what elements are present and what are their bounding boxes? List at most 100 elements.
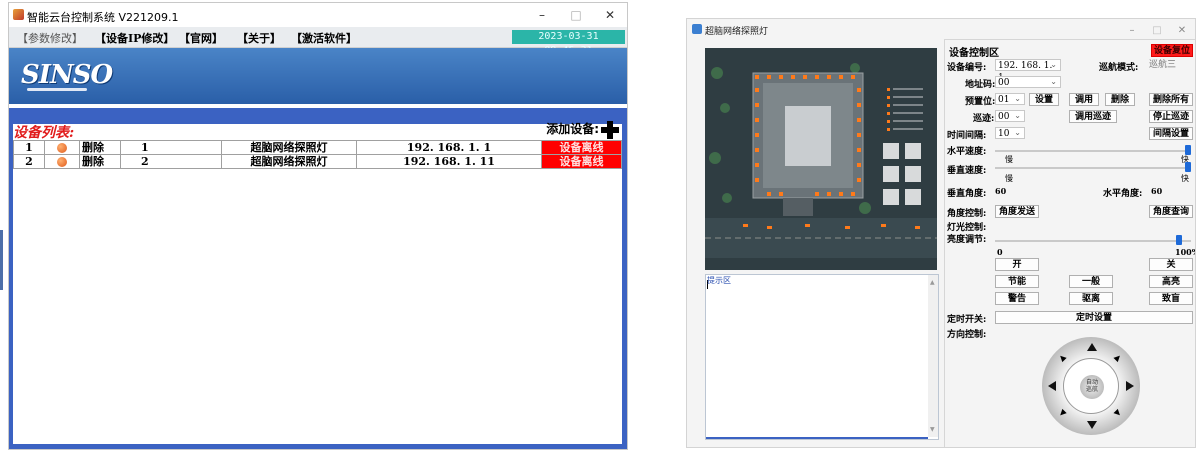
left-arrow-icon[interactable] [1048,381,1056,391]
close-button[interactable]: ✕ [595,5,625,25]
h-speed-label: 水平速度: [947,147,987,157]
preset-set-button[interactable]: 设置 [1029,93,1059,106]
h-angle-value[interactable]: 60 [1151,186,1162,196]
plus-icon[interactable] [601,120,619,139]
site-map-drawing [705,48,937,270]
v-speed-fast: 快 [1181,174,1189,183]
device-ip: 192. 168. 1. 11 [356,154,542,169]
preset-label: 预置位: [965,97,996,107]
interval-select[interactable]: 10 ⌄ [995,127,1025,139]
cruise-label: 巡迹: [973,114,995,124]
close-button[interactable]: ✕ [1167,21,1195,41]
interval-set-button[interactable]: 间隔设置 [1149,127,1193,140]
preset-delete-all-button[interactable]: 删除所有 [1149,93,1193,106]
title-bar: 超脑网络探照灯 – □ ✕ [687,19,1195,41]
brightness-thumb[interactable] [1175,235,1182,245]
minimize-button[interactable]: – [527,5,557,25]
light-off-button[interactable]: 关 [1149,258,1193,271]
logo: SINSO [21,60,113,91]
stop-cruise-button[interactable]: 停止巡迹 [1149,110,1193,123]
app-icon [692,24,702,34]
direction-label: 方向控制: [947,330,987,340]
device-table: 1 删除 1 超脑网络探照灯 192. 168. 1. 1 设备离线 2 删除 … [13,140,622,169]
mode-warning-button[interactable]: 警告 [995,292,1039,305]
device-name: 超脑网络探照灯 [221,140,357,155]
address-value: 00 [998,78,1010,88]
angle-query-button[interactable]: 角度查询 [1149,205,1193,218]
angle-send-button[interactable]: 角度发送 [995,205,1039,218]
status-led-icon [57,143,67,153]
down-right-arrow-icon[interactable]: ▲ [1113,408,1124,419]
reset-button[interactable]: 设备复位 [1151,44,1193,57]
timer-set-button[interactable]: 定时设置 [995,311,1193,324]
table-row[interactable]: 1 删除 1 超脑网络探照灯 192. 168. 1. 1 设备离线 [13,140,622,155]
call-cruise-button[interactable]: 调用巡迹 [1069,110,1117,123]
down-arrow-icon[interactable] [1087,421,1097,429]
device-id: 2 [120,154,222,169]
down-left-arrow-icon[interactable]: ▲ [1057,408,1068,419]
delete-button[interactable]: 删除 [79,154,121,169]
chevron-down-icon: ⌄ [1014,128,1021,137]
preset-delete-button[interactable]: 删除 [1105,93,1135,106]
logo-text: SINSO [21,60,113,90]
address-select[interactable]: 00 ⌄ [995,76,1061,88]
mode-expel-button[interactable]: 驱离 [1069,292,1113,305]
menu-param-edit[interactable]: 【参数修改】 [17,30,83,46]
preset-select[interactable]: 01 ⌄ [995,93,1025,105]
scrollbar[interactable]: ▲ ▼ [928,275,938,437]
address-label: 地址码: [965,80,996,90]
up-right-arrow-icon[interactable]: ▲ [1113,352,1124,363]
h-speed-slider[interactable] [995,150,1191,152]
angle-control-label: 角度控制: [947,209,987,219]
h-speed-slow: 慢 [1005,155,1013,164]
right-arrow-icon[interactable] [1126,381,1134,391]
control-window: 超脑网络探照灯 – □ ✕ ▲ ▼ 提示区 设备控制区 设备复位 设备编号: 1… [686,18,1196,448]
mode-normal-button[interactable]: 一般 [1069,275,1113,288]
banner: SINSO [9,48,627,104]
v-speed-slider[interactable] [995,167,1191,169]
add-device[interactable]: 添加设备: [546,120,619,139]
device-no-select[interactable]: 192. 168. 1. 1⌄ [995,59,1061,83]
menu-device-ip-edit[interactable]: 【设备IP修改】 [95,30,174,46]
delete-button[interactable]: 删除 [79,140,121,155]
direction-joystick[interactable]: ▲ ▲ ▲ ▲ 自动巡航 [1042,337,1140,435]
status-led-icon [57,157,67,167]
window-title: 超脑网络探照灯 [705,27,769,37]
auto-cruise-label: 自动巡航 [1085,379,1098,393]
v-angle-value[interactable]: 60 [995,186,1006,196]
maximize-button[interactable]: □ [561,5,591,25]
mode-blind-button[interactable]: 致盲 [1149,292,1193,305]
up-left-arrow-icon[interactable]: ▲ [1057,352,1068,363]
window-title: 智能云台控制系统 V221209.1 [27,11,179,24]
scroll-up-icon[interactable]: ▲ [930,279,935,286]
cruise-mode-label: 巡航模式: [1099,63,1139,73]
mode-high-button[interactable]: 高亮 [1149,275,1193,288]
interval-label: 时间间隔: [947,131,987,141]
device-list-title: 设备列表: [13,125,75,141]
auto-cruise-button[interactable]: 自动巡航 [1080,375,1104,399]
up-arrow-icon[interactable] [1087,343,1097,351]
table-row[interactable]: 2 删除 2 超脑网络探照灯 192. 168. 1. 11 设备离线 [13,154,622,169]
cruise-select[interactable]: 00 ⌄ [995,110,1025,122]
status-badge[interactable]: 设备离线 [541,154,622,169]
status-badge[interactable]: 设备离线 [541,140,622,155]
menu-activate[interactable]: 【激活软件】 [291,30,357,46]
mode-energy-button[interactable]: 节能 [995,275,1039,288]
v-speed-thumb[interactable] [1185,162,1191,172]
preset-value: 01 [998,95,1010,105]
cruise-mode-select[interactable]: 巡航三 [1147,59,1193,71]
timer-label: 定时开关: [947,315,987,325]
light-on-button[interactable]: 开 [995,258,1039,271]
clock-display: 2023-03-31 09:45:31 [512,30,625,56]
prompt-area-label: 提示区 [707,276,731,285]
preset-call-button[interactable]: 调用 [1069,93,1099,106]
control-area-title: 设备控制区 [949,48,999,59]
brightness-slider[interactable] [995,240,1191,242]
chevron-down-icon: ⌄ [1014,94,1021,103]
menu-about[interactable]: 【关于】 [237,30,281,46]
prompt-textarea[interactable]: ▲ ▼ [705,274,939,440]
menu-website[interactable]: 【官网】 [179,30,223,46]
scroll-down-icon[interactable]: ▼ [930,426,935,433]
add-device-label: 添加设备: [546,122,599,136]
title-bar: 智能云台控制系统 V221209.1 – □ ✕ [9,3,627,27]
